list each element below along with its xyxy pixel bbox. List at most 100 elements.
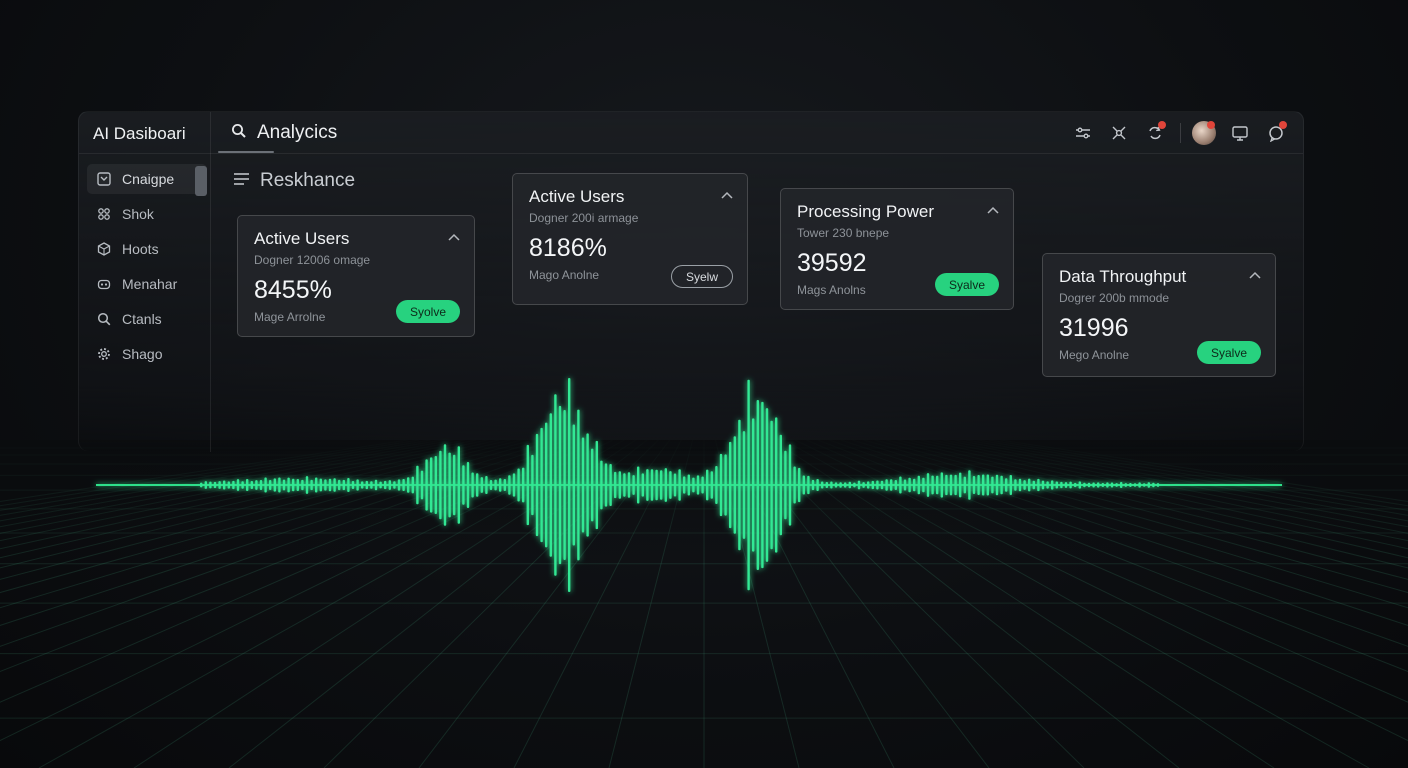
waveform-bar (623, 473, 626, 497)
waveform-bar (1156, 483, 1160, 487)
sidebar-item-hoots[interactable]: Hoots (87, 234, 207, 264)
waveform-bar (236, 479, 240, 491)
sidebar-item-label: Shok (122, 206, 154, 222)
chevron-up-icon[interactable] (448, 228, 460, 246)
waveform-bar (591, 448, 594, 522)
waveform-bar (604, 463, 608, 507)
monitor-icon[interactable] (1227, 121, 1253, 145)
sidebar-item-ctanls[interactable]: Ctanls (87, 304, 207, 334)
chevron-up-icon[interactable] (1249, 266, 1261, 284)
waveform-bar (434, 456, 437, 514)
sidebar-item-shok[interactable]: Shok (87, 199, 207, 229)
waveform-bar (218, 481, 221, 489)
waveform-bar (701, 476, 704, 494)
waveform-bar (1143, 483, 1146, 487)
sync-icon[interactable] (1142, 121, 1168, 145)
waveform-bar (356, 479, 359, 491)
waveform-bar (402, 479, 405, 491)
card-value: 31996 (1059, 314, 1129, 342)
waveform-bar (310, 479, 313, 491)
card-title: Data Throughput (1059, 267, 1187, 286)
waveform-bar (1115, 483, 1118, 487)
waveform-bar (241, 481, 244, 489)
waveform-bar (1041, 480, 1045, 490)
metric-card-processing-power: Processing Power Tower 230 bnepe 39592 M… (780, 188, 1014, 310)
card-title: Processing Power (797, 202, 935, 221)
waveform-bar (443, 444, 447, 526)
card-action-button[interactable]: Syelw (670, 265, 733, 288)
chat-icon[interactable] (1263, 121, 1289, 145)
waveform-bar (315, 477, 318, 493)
waveform-bar (485, 476, 488, 494)
waveform-bar (1060, 481, 1063, 489)
waveform-bar (512, 473, 516, 497)
waveform-bar (825, 482, 828, 488)
waveform-bar (439, 450, 442, 520)
waveform-bar (798, 467, 801, 503)
waveform-bar (775, 417, 778, 553)
waveform-bar (706, 469, 709, 501)
app-title: AI Dasiboari (93, 124, 186, 143)
waveform-bar (393, 481, 396, 489)
waveform-bar (719, 453, 723, 517)
sidebar-item-cnaigpe[interactable]: Cnaigpe (87, 164, 207, 196)
waveform-bar (1000, 475, 1003, 495)
waveform-bar (1018, 478, 1022, 492)
waveform-bar (618, 471, 621, 499)
waveform-bar (305, 476, 309, 494)
card-value: 8455% (254, 276, 332, 304)
card-action-button[interactable]: Syalve (1196, 341, 1261, 364)
audio-waveform (96, 378, 1282, 592)
sliders-icon[interactable] (1070, 121, 1096, 145)
search-tab[interactable]: Analycics (231, 122, 337, 144)
card-value: 39592 (797, 249, 867, 277)
waveform-bar (213, 481, 217, 489)
metric-card-data-throughput: Data Throughput Dogrer 200b mmode 31996 … (1042, 253, 1276, 377)
network-icon[interactable] (1106, 121, 1132, 145)
search-icon (96, 311, 112, 327)
card-subtitle: Tower 230 bnepe (797, 226, 890, 240)
waveform-bar (899, 476, 902, 494)
chevron-up-icon[interactable] (987, 201, 999, 219)
waveform-bar (540, 427, 543, 543)
notification-dot (1158, 121, 1166, 129)
waveform-bar (319, 478, 322, 492)
sidebar-item-menahar[interactable]: Menahar (87, 269, 207, 299)
waveform-bar (535, 433, 539, 537)
card-action-button[interactable]: Syolve (395, 300, 460, 323)
waveform-bar (568, 378, 571, 592)
waveform-bar (729, 441, 732, 529)
waveform-bar (1046, 481, 1049, 489)
sidebar-item-label: Cnaigpe (122, 171, 175, 187)
waveform-bar (200, 482, 203, 488)
waveform-bar (476, 473, 479, 497)
waveform-bar (715, 465, 718, 505)
waveform-bar (1083, 482, 1086, 488)
card-value: 8186% (529, 234, 607, 262)
waveform-bar (637, 466, 640, 504)
waveform-bar (333, 478, 336, 492)
waveform-bar (1074, 482, 1077, 488)
user-avatar-button[interactable] (1191, 121, 1217, 145)
card-action-button[interactable]: Syalve (934, 273, 999, 296)
waveform-bar (494, 479, 497, 491)
waveform-bar (328, 478, 332, 492)
waveform-bar (1110, 482, 1114, 488)
waveform-bar (844, 482, 847, 488)
waveform-bar (517, 468, 520, 502)
waveform-bar (577, 409, 580, 561)
waveform-bar (1106, 482, 1109, 488)
card-footer: Mego Anolne (1059, 348, 1130, 362)
sidebar-item-label: Menahar (122, 276, 178, 292)
waveform-bar (292, 478, 295, 492)
waveform-bar (632, 475, 635, 495)
waveform-bar (227, 481, 230, 489)
waveform-bar (351, 480, 355, 490)
waveform-bar (342, 479, 345, 491)
chevron-up-icon[interactable] (721, 186, 733, 204)
waveform-bar (1097, 482, 1100, 488)
waveform-bar (374, 479, 378, 491)
menu-icon[interactable] (233, 170, 250, 192)
waveform-bar (839, 482, 842, 488)
waveform-bar (1069, 481, 1072, 489)
